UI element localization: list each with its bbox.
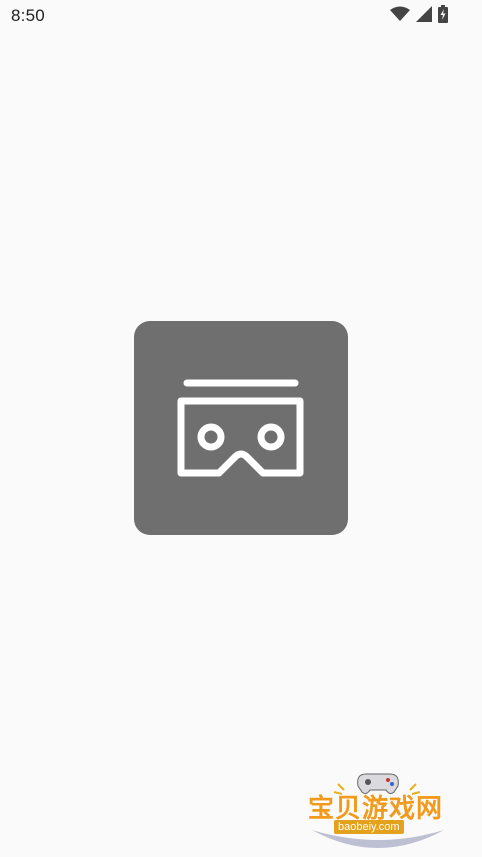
status-icons	[390, 4, 448, 28]
wifi-icon	[390, 6, 410, 27]
watermark-url: baobeiy.com	[334, 820, 404, 834]
app-splash-logo	[134, 321, 348, 535]
status-time: 8:50	[11, 6, 45, 25]
vr-headset-icon	[134, 321, 348, 535]
watermark-logo: 宝贝游戏网 baobeiy.com	[298, 762, 458, 854]
cell-signal-icon	[416, 5, 432, 27]
battery-charging-icon	[438, 4, 448, 28]
status-bar: 8:50	[0, 0, 482, 32]
